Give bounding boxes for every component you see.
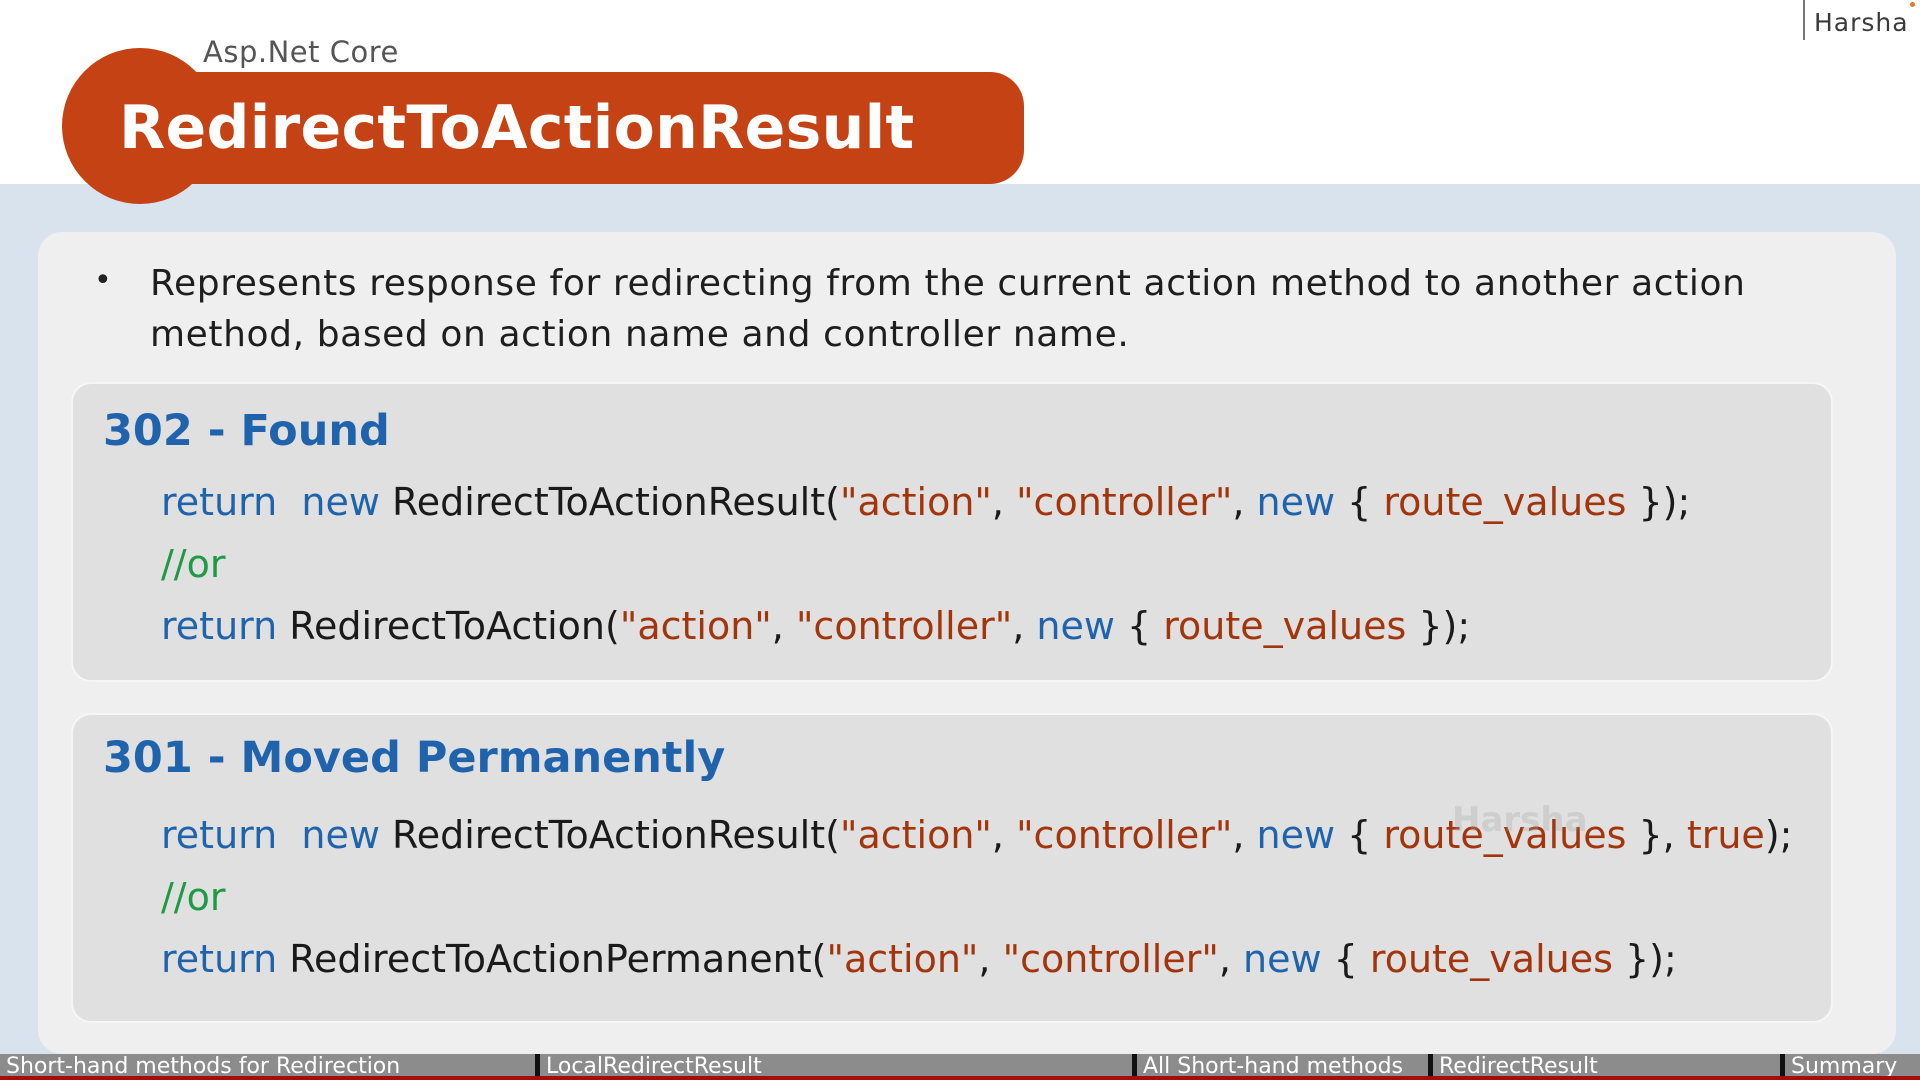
code-string: "action" (839, 480, 992, 524)
code-comment: //or (161, 875, 226, 919)
code-method: RedirectToActionResult( (379, 813, 840, 857)
slide: Harsha Asp.Net Core RedirectToActionResu… (0, 0, 1920, 1080)
code-keyword: new (301, 480, 380, 524)
code-comment: //or (161, 542, 226, 586)
code-punct: , (991, 480, 1017, 524)
bullet-text: Represents response for redirecting from… (150, 263, 1746, 355)
orange-dot (1910, 2, 1915, 7)
code-bool: true (1686, 813, 1765, 857)
code-line: return RedirectToAction("action", "contr… (161, 604, 1470, 648)
code-punct: { (1335, 813, 1384, 857)
code-string: "controller" (795, 604, 1013, 648)
code-string: "action" (619, 604, 772, 648)
code-route-values: route_values (1163, 604, 1407, 648)
code-string: "controller" (1016, 813, 1233, 857)
code-punct: , (771, 604, 796, 648)
code-punct: }); (1612, 937, 1677, 981)
code-punct: , (1232, 480, 1257, 524)
code-string: "action" (826, 937, 979, 981)
code-keyword: new (1243, 937, 1322, 981)
code-string: "controller" (1016, 480, 1233, 524)
code-punct: , (1232, 813, 1257, 857)
code-string: "action" (839, 813, 992, 857)
code-keyword: return (161, 813, 278, 857)
bullet-icon: • (94, 263, 112, 298)
code-line: return RedirectToActionPermanent("action… (161, 937, 1677, 981)
code-method: RedirectToActionResult( (379, 480, 840, 524)
code-punct: , (978, 937, 1003, 981)
code-punct: { (1114, 604, 1164, 648)
code-keyword: return (161, 937, 278, 981)
watermark: Harsha (1452, 800, 1588, 840)
code-method: RedirectToAction( (277, 604, 620, 648)
code-punct: , (991, 813, 1017, 857)
code-line: return new RedirectToActionResult("actio… (161, 480, 1690, 524)
code-punct: }); (1626, 480, 1691, 524)
code-punct: }); (1406, 604, 1471, 648)
slide-title: RedirectToActionResult (119, 93, 915, 163)
box-heading: 302 - Found (103, 406, 390, 456)
code-punct: }, (1626, 813, 1687, 857)
slide-subtitle: Asp.Net Core (203, 35, 399, 69)
author-divider (1803, 0, 1805, 40)
code-punct: , (1218, 937, 1244, 981)
box-heading: 301 - Moved Permanently (103, 733, 726, 783)
code-keyword: new (1036, 604, 1115, 648)
code-punct: ); (1764, 813, 1793, 857)
code-box-302: 302 - Found return new RedirectToActionR… (71, 382, 1833, 682)
code-keyword: return (161, 480, 278, 524)
code-keyword: new (301, 813, 380, 857)
code-box-301: 301 - Moved Permanently return new Redir… (71, 713, 1833, 1023)
code-route-values: route_values (1383, 480, 1627, 524)
code-string: "controller" (1002, 937, 1219, 981)
code-route-values: route_values (1369, 937, 1613, 981)
author-name: Harsha (1814, 8, 1909, 37)
code-punct: { (1335, 480, 1384, 524)
code-method: RedirectToActionPermanent( (277, 937, 827, 981)
code-keyword: return (161, 604, 278, 648)
progress-bar[interactable] (0, 1076, 1920, 1080)
code-punct: , (1012, 604, 1037, 648)
code-keyword: new (1256, 480, 1336, 524)
code-keyword: new (1256, 813, 1336, 857)
code-punct: { (1321, 937, 1370, 981)
